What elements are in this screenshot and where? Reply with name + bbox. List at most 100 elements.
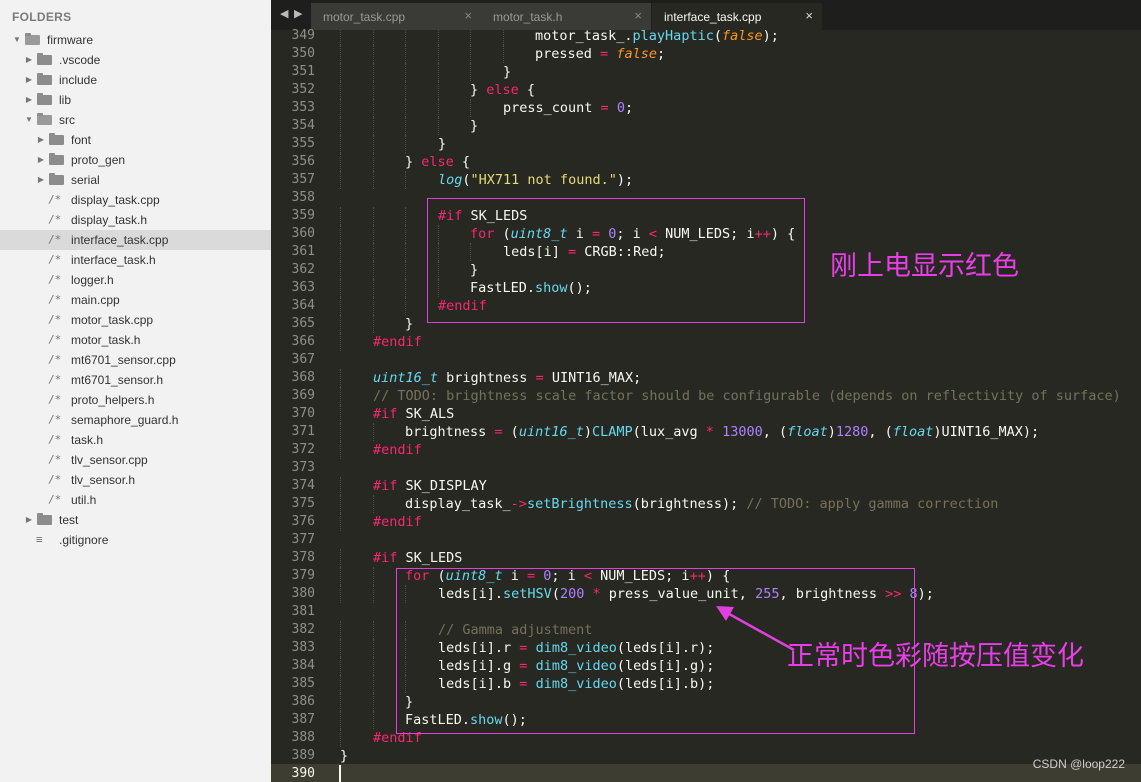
code-token: } (340, 748, 349, 764)
code-token: SK_LEDS (397, 550, 463, 566)
tab-bar: ◀ ▶ motor_task.cpp × motor_task.h × interfac… (271, 0, 1141, 30)
code-token: pressed (535, 46, 601, 62)
tree-item-display-task-h[interactable]: /* display_task.h (0, 210, 271, 230)
code-token: = (535, 370, 544, 386)
chevron-down-icon[interactable]: ▼ (12, 30, 22, 50)
code-line: uint16_t brightness = UINT16_MAX; (373, 369, 641, 387)
indent-guide (405, 63, 406, 81)
code-token: motor_task_. (535, 30, 633, 44)
tree-item-mt6701-sensor-cpp[interactable]: /* mt6701_sensor.cpp (0, 350, 271, 370)
chevron-right-icon[interactable]: ▶ (36, 170, 46, 190)
indent-guide (340, 495, 341, 513)
code-token: float (892, 424, 934, 440)
line-number: 387 (291, 712, 315, 727)
line-number: 379 (291, 568, 315, 583)
indent-guide (470, 45, 471, 63)
tree-item-motor-task-h[interactable]: /* motor_task.h (0, 330, 271, 350)
line-number: 370 (291, 406, 315, 421)
chevron-right-icon[interactable]: ▶ (24, 70, 34, 90)
code-line: } (405, 315, 413, 333)
annotation-box-startup (427, 198, 805, 323)
indent-guide (373, 279, 374, 297)
code-file-icon: /* (48, 313, 62, 326)
indent-guide (373, 243, 374, 261)
line-number: 354 (291, 118, 315, 133)
code-token: #if (373, 550, 398, 566)
tree-item-main-cpp[interactable]: /* main.cpp (0, 290, 271, 310)
indent-guide (373, 30, 374, 45)
sidebar: FOLDERS ▼ firmware ▶ .vscode ▶ include ▶ lib ▼ sr… (0, 0, 271, 782)
tree-item-label: mt6701_sensor.cpp (71, 353, 176, 367)
tree-item-logger-h[interactable]: /* logger.h (0, 270, 271, 290)
indent-guide (340, 63, 341, 81)
tree-item-src[interactable]: ▼ src (0, 110, 271, 130)
tree-item-vscode[interactable]: ▶ .vscode (0, 50, 271, 70)
chevron-right-icon[interactable]: ▶ (36, 150, 46, 170)
tree-item-label: display_task.cpp (71, 193, 160, 207)
indent-guide (373, 45, 374, 63)
tab-motor-task-cpp[interactable]: motor_task.cpp × (311, 3, 482, 30)
tree-item-mt6701-sensor-h[interactable]: /* mt6701_sensor.h (0, 370, 271, 390)
tab-nav-right-icon[interactable]: ▶ (294, 7, 302, 20)
tree-item-font[interactable]: ▶ font (0, 130, 271, 150)
tree-item-include[interactable]: ▶ include (0, 70, 271, 90)
close-icon[interactable]: × (464, 8, 472, 23)
chevron-right-icon[interactable]: ▶ (24, 90, 34, 110)
tree-item-util-h[interactable]: /* util.h (0, 490, 271, 510)
indent-guide (470, 99, 471, 117)
tree-item-motor-task-cpp[interactable]: /* motor_task.cpp (0, 310, 271, 330)
tab-interface-task-cpp[interactable]: interface_task.cpp × (652, 3, 823, 30)
code-line: brightness = (uint16_t)CLAMP(lux_avg * 1… (405, 423, 1039, 441)
tree-item-firmware[interactable]: ▼ firmware (0, 30, 271, 50)
tree-item-gitignore[interactable]: ≡ .gitignore (0, 530, 271, 550)
code-token: ) (583, 424, 592, 440)
code-token: = (600, 46, 609, 62)
tree-item-test[interactable]: ▶ test (0, 510, 271, 530)
line-number: 388 (291, 730, 315, 745)
chevron-right-icon[interactable]: ▶ (24, 510, 34, 530)
line-number: 358 (291, 190, 315, 205)
tab-label: motor_task.h (493, 10, 563, 24)
tree-item-label: logger.h (71, 273, 114, 287)
line-number: 361 (291, 244, 315, 259)
code-token: else (486, 82, 519, 98)
indent-guide (340, 387, 341, 405)
folder-icon (49, 173, 64, 185)
tree-item-tlv-sensor-cpp[interactable]: /* tlv_sensor.cpp (0, 450, 271, 470)
indent-guide (438, 45, 439, 63)
line-number: 351 (291, 64, 315, 79)
tree-item-tlv-sensor-h[interactable]: /* tlv_sensor.h (0, 470, 271, 490)
close-icon[interactable]: × (805, 8, 813, 23)
code-line: } else { (405, 153, 470, 171)
indent-guide (438, 99, 439, 117)
tree-item-interface-task-cpp[interactable]: /* interface_task.cpp (0, 230, 271, 250)
tree-item-label: lib (59, 93, 72, 107)
tree-item-task-h[interactable]: /* task.h (0, 430, 271, 450)
indent-guide (373, 135, 374, 153)
tree-item-semaphore-guard-h[interactable]: /* semaphore_guard.h (0, 410, 271, 430)
indent-guide (340, 81, 341, 99)
line-number: 376 (291, 514, 315, 529)
tree-item-label: src (59, 113, 75, 127)
indent-guide (340, 369, 341, 387)
code-token: * (705, 424, 714, 440)
tree-item-proto-helpers-h[interactable]: /* proto_helpers.h (0, 390, 271, 410)
tab-nav-left-icon[interactable]: ◀ (280, 7, 288, 20)
chevron-down-icon[interactable]: ▼ (24, 110, 34, 130)
tree-item-serial[interactable]: ▶ serial (0, 170, 271, 190)
tab-motor-task-h[interactable]: motor_task.h × (481, 3, 652, 30)
indent-guide (373, 207, 374, 225)
code-token: false (721, 30, 763, 44)
tree-item-lib[interactable]: ▶ lib (0, 90, 271, 110)
indent-guide (340, 621, 341, 639)
chevron-right-icon[interactable]: ▶ (36, 130, 46, 150)
code-token: UINT16_MAX; (543, 370, 642, 386)
indent-guide (373, 99, 374, 117)
chevron-right-icon[interactable]: ▶ (24, 50, 34, 70)
code-file-icon: /* (48, 253, 62, 266)
tree-item-interface-task-h[interactable]: /* interface_task.h (0, 250, 271, 270)
tree-item-proto-gen[interactable]: ▶ proto_gen (0, 150, 271, 170)
close-icon[interactable]: × (634, 8, 642, 23)
indent-guide (405, 171, 406, 189)
tree-item-display-task-cpp[interactable]: /* display_task.cpp (0, 190, 271, 210)
